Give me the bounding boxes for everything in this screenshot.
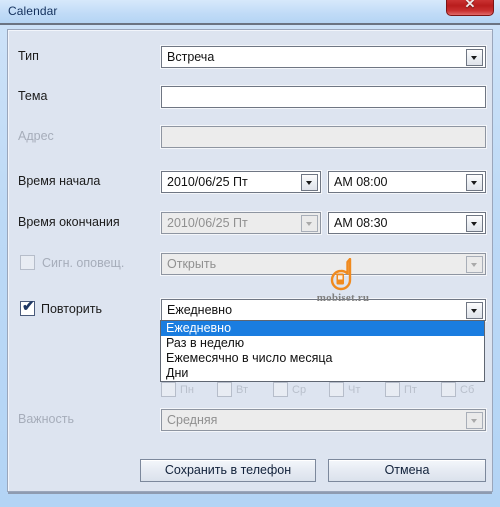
label-subject: Тема — [18, 89, 48, 103]
start-date-combobox[interactable]: 2010/06/25 Пт — [161, 171, 321, 193]
chevron-down-icon[interactable] — [466, 302, 483, 319]
label-importance: Важность — [18, 412, 74, 426]
end-time-combobox[interactable]: AM 08:30 — [328, 212, 486, 234]
repeat-combobox[interactable]: Ежедневно — [161, 299, 486, 321]
form-panel: Тип Встреча Тема Адрес Время начала 2010… — [7, 29, 493, 492]
weekday-checkbox-wed — [273, 382, 288, 397]
bottom-divider — [8, 492, 492, 494]
label-address: Адрес — [18, 129, 54, 143]
weekday-checkbox-fri — [385, 382, 400, 397]
address-input — [161, 126, 486, 148]
row-end-time: Время окончания 2010/06/25 Пт AM 08:30 — [8, 208, 492, 238]
end-time-value: AM 08:30 — [334, 216, 388, 230]
type-combobox[interactable]: Встреча — [161, 46, 486, 68]
weekday-label-tue: Вт — [236, 384, 249, 396]
label-type: Тип — [18, 49, 39, 63]
row-address: Адрес — [8, 122, 492, 152]
dropdown-option-daily[interactable]: Ежедневно — [161, 321, 484, 336]
repeat-dropdown-list[interactable]: Ежедневно Раз в неделю Ежемесячно в числ… — [160, 320, 485, 382]
weekday-checkbox-mon — [161, 382, 176, 397]
weekday-checkbox-tue — [217, 382, 232, 397]
repeat-checkbox[interactable]: ✔ — [20, 298, 35, 316]
weekday-checkbox-thu — [329, 382, 344, 397]
end-date-combobox: 2010/06/25 Пт — [161, 212, 321, 234]
label-alarm: Сигн. оповещ. — [42, 256, 125, 270]
chevron-down-icon — [301, 215, 318, 232]
chevron-down-icon — [466, 412, 483, 429]
subject-input[interactable] — [161, 86, 486, 108]
save-to-phone-button[interactable]: Сохранить в телефон — [140, 459, 316, 482]
row-type: Тип Встреча — [8, 42, 492, 72]
titlebar-separator — [0, 23, 500, 25]
label-repeat: Повторить — [41, 302, 103, 316]
weekday-checkbox-strip: Пн Вт Ср Чт Пт Сб — [160, 380, 485, 400]
start-date-value: 2010/06/25 Пт — [167, 175, 248, 189]
weekday-label-fri: Пт — [404, 384, 417, 396]
importance-combobox: Средняя — [161, 409, 486, 431]
dropdown-option-days[interactable]: Дни — [161, 366, 484, 381]
row-importance: Важность Средняя — [8, 405, 492, 435]
chevron-down-icon[interactable] — [301, 174, 318, 191]
label-end-time: Время окончания — [18, 215, 120, 229]
type-value: Встреча — [167, 50, 215, 64]
chevron-down-icon[interactable] — [466, 215, 483, 232]
alarm-checkbox — [20, 255, 35, 270]
row-alarm: Сигн. оповещ. Открыть — [8, 249, 492, 279]
weekday-label-thu: Чт — [348, 384, 361, 396]
close-icon: ✕ — [464, 0, 476, 11]
alarm-combobox: Открыть — [161, 253, 486, 275]
weekday-label-sat: Сб — [460, 384, 475, 396]
row-start-time: Время начала 2010/06/25 Пт AM 08:00 — [8, 167, 492, 197]
chevron-down-icon — [466, 256, 483, 273]
chevron-down-icon[interactable] — [466, 49, 483, 66]
label-start-time: Время начала — [18, 174, 101, 188]
row-subject: Тема — [8, 82, 492, 112]
weekday-label-mon: Пн — [180, 384, 194, 396]
cancel-button[interactable]: Отмена — [328, 459, 486, 482]
importance-value: Средняя — [167, 413, 218, 427]
weekday-checkbox-sat — [441, 382, 456, 397]
start-time-combobox[interactable]: AM 08:00 — [328, 171, 486, 193]
end-date-value: 2010/06/25 Пт — [167, 216, 248, 230]
close-button[interactable]: ✕ — [446, 0, 494, 16]
start-time-value: AM 08:00 — [334, 175, 388, 189]
chevron-down-icon[interactable] — [466, 174, 483, 191]
calendar-dialog-window: Calendar ✕ Тип Встреча Тема Адрес Время … — [0, 0, 500, 507]
weekday-label-wed: Ср — [292, 384, 307, 396]
repeat-value: Ежедневно — [167, 303, 233, 317]
dropdown-option-monthly[interactable]: Ежемесячно в число месяца — [161, 351, 484, 366]
window-title: Calendar — [8, 4, 58, 18]
alarm-value: Открыть — [167, 257, 217, 271]
checkmark-icon: ✔ — [22, 298, 35, 315]
dropdown-option-weekly[interactable]: Раз в неделю — [161, 336, 484, 351]
titlebar: Calendar ✕ — [0, 0, 500, 23]
